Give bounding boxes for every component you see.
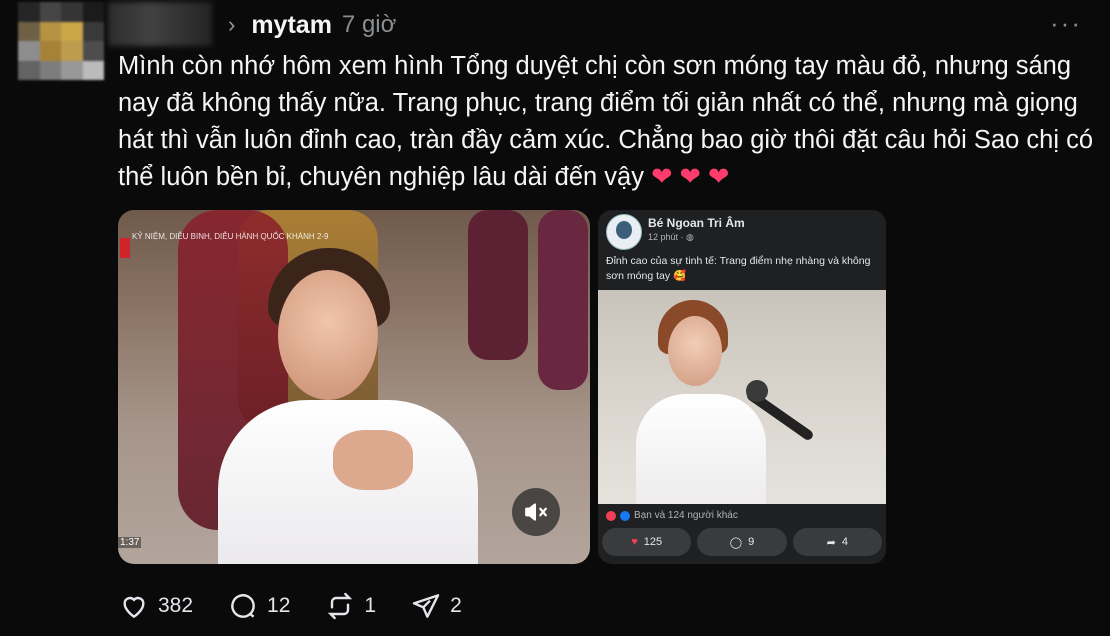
more-icon[interactable]: ··· xyxy=(1050,8,1082,39)
post-header: › mytam 7 giờ xyxy=(228,8,396,42)
like-count: 382 xyxy=(158,594,194,617)
video-attachment[interactable]: KỶ NIỆM, DIỄU BINH, DIỄU HÀNH QUỐC KHÁNH… xyxy=(118,210,590,564)
share-icon: ➦ xyxy=(826,536,836,549)
broadcast-caption: KỶ NIỆM, DIỄU BINH, DIỄU HÀNH QUỐC KHÁNH… xyxy=(132,232,329,241)
comment-icon xyxy=(231,594,255,618)
post-actions: 382 12 1 2 xyxy=(118,590,462,622)
like-reaction-icon xyxy=(620,510,630,521)
embedded-caption: Đỉnh cao của sự tinh tế: Trang điểm nhẹ … xyxy=(606,255,871,282)
share-count: 2 xyxy=(450,594,462,617)
singer-ao-dai xyxy=(636,394,766,504)
background-figure xyxy=(468,210,528,360)
reply-count: 12 xyxy=(267,594,291,617)
love-reaction-icon xyxy=(606,510,616,521)
reactions-summary: Bạn và 124 người khác xyxy=(606,510,738,521)
singer-face xyxy=(668,316,722,386)
embedded-facebook-post[interactable]: Bé Ngoan Tri Âm 12 phút · ◍ Đỉnh cao của… xyxy=(598,210,886,564)
heart-emojis: ❤ ❤ ❤ xyxy=(651,163,730,191)
repost-icon xyxy=(328,592,353,620)
share-icon xyxy=(412,594,440,618)
username[interactable]: mytam xyxy=(251,11,332,40)
embedded-actions: ♥ 125 ◯ 9 ➦ 4 xyxy=(602,528,882,556)
post-time: 7 giờ xyxy=(341,11,397,38)
share-button[interactable]: 2 xyxy=(410,590,462,622)
video-timestamp: 1:37 xyxy=(118,537,142,548)
embedded-photo xyxy=(598,290,886,504)
mute-icon[interactable] xyxy=(512,488,560,536)
chevron-right-icon: › xyxy=(228,12,236,37)
embedded-meta: 12 phút · ◍ xyxy=(648,232,694,242)
embedded-author: Bé Ngoan Tri Âm xyxy=(648,216,745,230)
post-body: Mình còn nhớ hôm xem hình Tổng duyệt chị… xyxy=(118,52,1094,191)
embedded-share-button[interactable]: ➦ 4 xyxy=(792,528,882,556)
repost-count: 1 xyxy=(364,594,377,617)
embedded-avatar xyxy=(606,214,642,250)
singer-face xyxy=(278,270,378,400)
repost-button[interactable]: 1 xyxy=(324,590,376,622)
microphone-head xyxy=(746,380,768,402)
globe-icon: ◍ xyxy=(686,232,694,242)
comment-icon: ◯ xyxy=(729,536,743,549)
singer-hand xyxy=(333,430,413,490)
post-text: Mình còn nhớ hôm xem hình Tổng duyệt chị… xyxy=(118,48,1093,196)
broadcaster-logo xyxy=(120,238,130,258)
background-figure xyxy=(538,210,588,390)
embedded-comment-button[interactable]: ◯ 9 xyxy=(697,528,787,556)
embedded-like-button[interactable]: ♥ 125 xyxy=(602,528,692,556)
heart-icon: ♥ xyxy=(631,536,638,548)
heart-icon xyxy=(123,596,145,619)
like-button[interactable]: 382 xyxy=(118,590,193,622)
avatar[interactable] xyxy=(18,2,104,80)
reply-button[interactable]: 12 xyxy=(227,590,290,622)
blurred-parent-post xyxy=(108,2,212,46)
reactions-text: Bạn và 124 người khác xyxy=(634,510,738,521)
